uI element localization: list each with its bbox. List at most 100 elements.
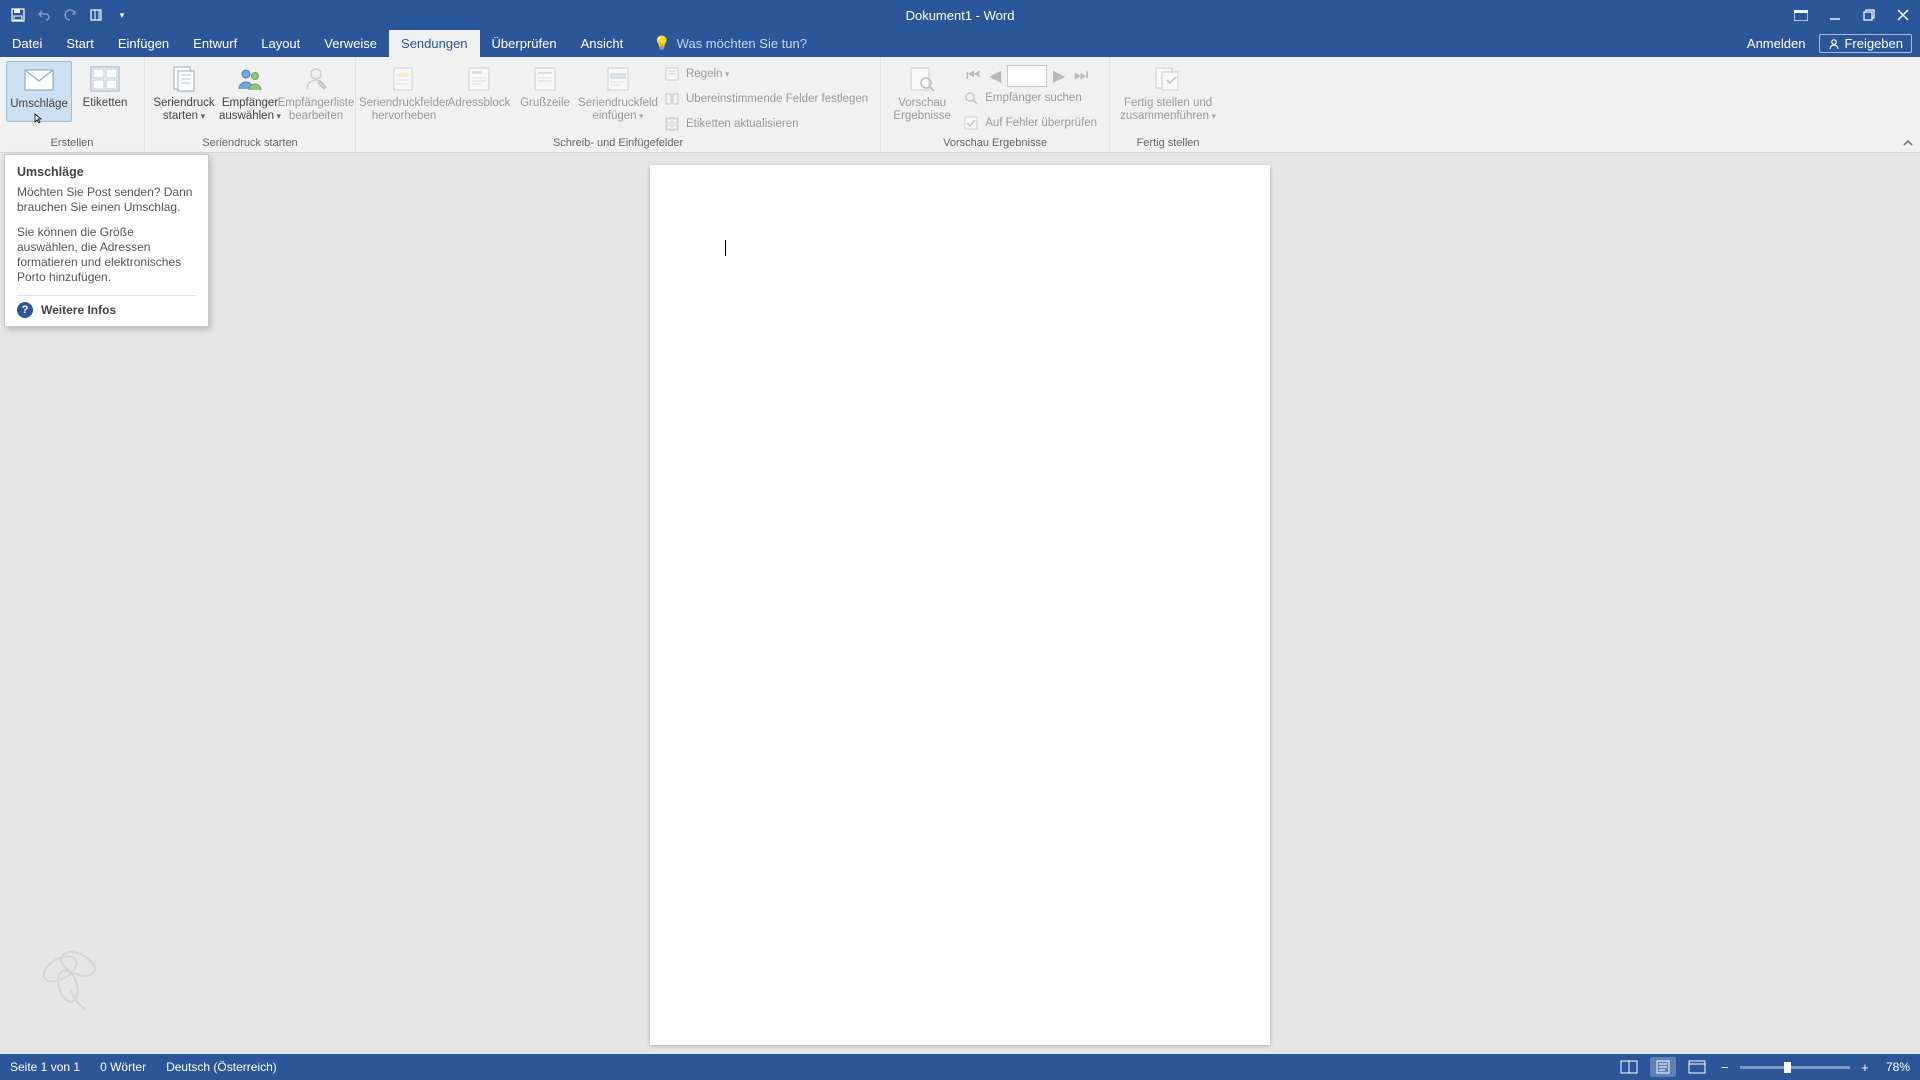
update-labels-icon: [664, 116, 680, 132]
ribbon: Umschläge Etiketten Erstellen Seriendruc…: [0, 57, 1920, 153]
group-finish: Fertig stellen und zusammenführen Fertig…: [1110, 57, 1226, 152]
select-recipients-button[interactable]: Empfänger auswählen: [217, 61, 283, 123]
zoom-control: − + 78%: [1718, 1060, 1910, 1075]
tab-file[interactable]: Datei: [0, 30, 54, 57]
zoom-slider[interactable]: [1740, 1066, 1850, 1069]
preview-results-button: Vorschau Ergebnisse: [887, 61, 957, 123]
save-icon[interactable]: [6, 3, 30, 27]
edit-recipients-icon: [300, 63, 332, 95]
labels-button[interactable]: Etiketten: [72, 61, 138, 110]
tooltip-title: Umschläge: [17, 165, 196, 179]
preview-icon: [906, 63, 938, 95]
record-navigation: ⏮ ◀ ▶ ⏭: [957, 61, 1103, 87]
greeting-label: Grußzeile: [520, 97, 570, 110]
address-block-label: Adressblock: [448, 97, 511, 110]
next-record-icon: ▶: [1049, 65, 1069, 87]
status-words[interactable]: 0 Wörter: [100, 1060, 146, 1074]
last-record-icon: ⏭: [1071, 65, 1091, 87]
undo-icon: [32, 3, 56, 27]
tooltip-more-link[interactable]: ? Weitere Infos: [17, 295, 196, 318]
rules-icon: [664, 66, 680, 82]
web-layout-icon[interactable]: [1684, 1057, 1710, 1077]
print-layout-icon[interactable]: [1650, 1057, 1676, 1077]
find-recipient-label: Empfänger suchen: [985, 92, 1082, 104]
check-icon: [963, 115, 979, 131]
envelopes-button[interactable]: Umschläge: [6, 61, 72, 122]
address-block-button: Adressblock: [446, 61, 512, 110]
read-mode-icon[interactable]: [1616, 1057, 1642, 1077]
rules-label: Regeln: [686, 68, 729, 80]
envelopes-label: Umschläge: [10, 98, 68, 111]
close-icon[interactable]: [1886, 0, 1920, 30]
select-recipients-label: Empfänger auswählen: [217, 97, 283, 123]
bulb-icon: 💡: [653, 35, 670, 52]
touch-mode-icon[interactable]: [84, 3, 108, 27]
title-bar: ▾ Dokument1 - Word: [0, 0, 1920, 30]
cursor-icon: [34, 113, 44, 123]
status-language[interactable]: Deutsch (Österreich): [166, 1060, 277, 1074]
zoom-out-icon[interactable]: −: [1718, 1060, 1732, 1075]
collapse-ribbon-icon[interactable]: [1902, 138, 1914, 148]
start-merge-icon: [168, 63, 200, 95]
tab-insert[interactable]: Einfügen: [106, 30, 181, 57]
group-preview: Vorschau Ergebnisse ⏮ ◀ ▶ ⏭ Empfänger su…: [881, 57, 1110, 152]
share-icon: [1828, 38, 1840, 50]
restore-icon[interactable]: [1852, 0, 1886, 30]
edit-recipients-label: Empfängerliste bearbeiten: [278, 97, 355, 123]
tab-mailings[interactable]: Sendungen: [389, 30, 480, 57]
minimize-icon[interactable]: [1818, 0, 1852, 30]
tooltip-more-label: Weitere Infos: [41, 303, 116, 317]
highlight-icon: [388, 63, 420, 95]
group-fields-label: Schreib- und Einfügefelder: [356, 137, 880, 152]
zoom-in-icon[interactable]: +: [1858, 1060, 1872, 1075]
group-create-label: Erstellen: [0, 137, 144, 152]
match-fields-label: Übereinstimmende Felder festlegen: [686, 93, 868, 105]
tab-references[interactable]: Verweise: [312, 30, 389, 57]
window-controls: [1784, 0, 1920, 30]
address-block-icon: [463, 63, 495, 95]
check-errors-label: Auf Fehler überprüfen: [985, 117, 1097, 129]
ribbon-tabs: Datei Start Einfügen Entwurf Layout Verw…: [0, 30, 1920, 57]
update-labels-button: Etiketten aktualisieren: [664, 113, 868, 135]
group-write-fields: Seriendruckfelder hervorheben Adressbloc…: [356, 57, 881, 152]
page[interactable]: [650, 165, 1270, 1045]
status-page[interactable]: Seite 1 von 1: [10, 1060, 80, 1074]
document-area[interactable]: [0, 153, 1920, 1054]
qat-customize-icon[interactable]: ▾: [110, 3, 134, 27]
group-start-label: Seriendruck starten: [145, 137, 355, 152]
watermark-icon: [30, 934, 110, 1014]
text-cursor: [725, 240, 726, 256]
envelope-icon: [23, 64, 55, 96]
tab-design[interactable]: Entwurf: [181, 30, 249, 57]
tab-layout[interactable]: Layout: [249, 30, 312, 57]
highlight-label: Seriendruckfelder hervorheben: [359, 97, 449, 123]
start-merge-label: Seriendruck starten: [151, 97, 217, 123]
search-icon: [963, 90, 979, 106]
start-merge-button[interactable]: Seriendruck starten: [151, 61, 217, 123]
ribbon-display-icon[interactable]: [1784, 0, 1818, 30]
rules-button: Regeln: [664, 63, 868, 85]
match-fields-button: Übereinstimmende Felder festlegen: [664, 88, 868, 110]
tell-me-search[interactable]: 💡 Was möchten Sie tun?: [653, 30, 807, 57]
labels-label: Etiketten: [83, 97, 128, 110]
find-recipient-button: Empfänger suchen: [963, 87, 1097, 109]
signin-link[interactable]: Anmelden: [1747, 36, 1806, 51]
record-number-input[interactable]: [1007, 65, 1047, 87]
labels-icon: [89, 63, 121, 95]
zoom-value[interactable]: 78%: [1886, 1060, 1910, 1074]
group-preview-label: Vorschau Ergebnisse: [881, 137, 1109, 152]
redo-icon[interactable]: [58, 3, 82, 27]
prev-record-icon: ◀: [985, 65, 1005, 87]
greeting-button: Grußzeile: [512, 61, 578, 110]
zoom-thumb[interactable]: [1784, 1062, 1791, 1073]
tab-home[interactable]: Start: [54, 30, 105, 57]
share-button[interactable]: Freigeben: [1819, 34, 1912, 53]
group-finish-label: Fertig stellen: [1110, 137, 1226, 152]
account-area: Anmelden Freigeben: [1747, 30, 1920, 57]
help-icon: ?: [17, 302, 33, 318]
tooltip: Umschläge Möchten Sie Post senden? Dann …: [4, 154, 209, 327]
finish-label: Fertig stellen und zusammenführen: [1116, 97, 1220, 123]
check-errors-button: Auf Fehler überprüfen: [963, 112, 1097, 134]
tab-review[interactable]: Überprüfen: [480, 30, 569, 57]
tab-view[interactable]: Ansicht: [569, 30, 636, 57]
